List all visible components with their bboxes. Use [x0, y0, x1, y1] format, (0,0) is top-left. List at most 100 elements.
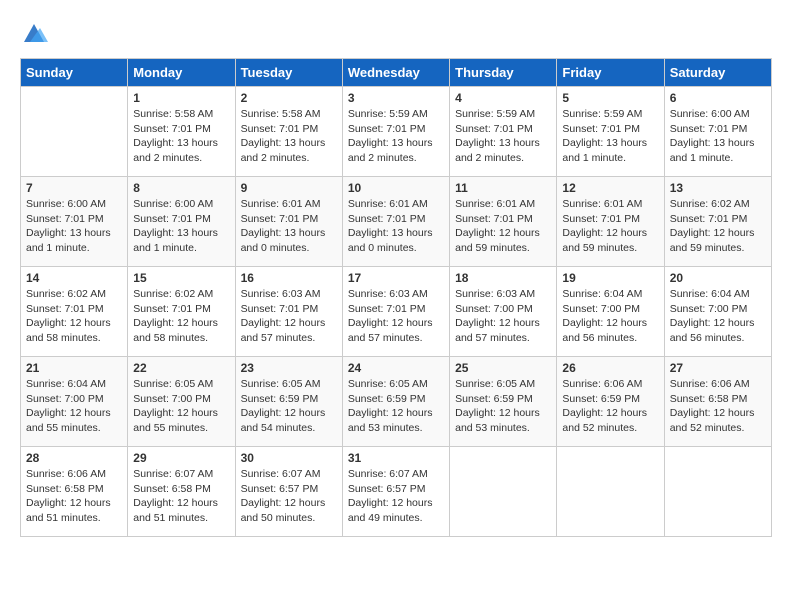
calendar-cell: 31 Sunrise: 6:07 AM Sunset: 6:57 PM Dayli… [342, 447, 449, 537]
calendar-header-row: SundayMondayTuesdayWednesdayThursdayFrid… [21, 59, 772, 87]
day-number: 15 [133, 271, 229, 285]
day-info: Sunrise: 6:05 AM Sunset: 7:00 PM Dayligh… [133, 377, 229, 436]
day-info: Sunrise: 6:04 AM Sunset: 7:00 PM Dayligh… [670, 287, 766, 346]
calendar-cell: 5Sunrise: 5:59 AM Sunset: 7:01 PM Daylig… [557, 87, 664, 177]
calendar-cell: 23 Sunrise: 6:05 AM Sunset: 6:59 PM Dayli… [235, 357, 342, 447]
calendar-cell: 16 Sunrise: 6:03 AM Sunset: 7:01 PM Dayli… [235, 267, 342, 357]
calendar-cell [664, 447, 771, 537]
calendar-week-row: 14 Sunrise: 6:02 AM Sunset: 7:01 PM Dayli… [21, 267, 772, 357]
day-info: Sunrise: 6:02 AM Sunset: 7:01 PM Dayligh… [133, 287, 229, 346]
calendar-cell [557, 447, 664, 537]
day-number: 23 [241, 361, 337, 375]
calendar-week-row: 7 Sunrise: 6:00 AM Sunset: 7:01 PM Daylig… [21, 177, 772, 267]
day-info: Sunrise: 6:06 AM Sunset: 6:59 PM Dayligh… [562, 377, 658, 436]
calendar-cell [21, 87, 128, 177]
day-info: Sunrise: 6:01 AM Sunset: 7:01 PM Dayligh… [348, 197, 444, 256]
day-number: 7 [26, 181, 122, 195]
day-number: 30 [241, 451, 337, 465]
calendar-cell: 11 Sunrise: 6:01 AM Sunset: 7:01 PM Dayli… [450, 177, 557, 267]
header-tuesday: Tuesday [235, 59, 342, 87]
day-number: 31 [348, 451, 444, 465]
day-info: Sunrise: 6:01 AM Sunset: 7:01 PM Dayligh… [455, 197, 551, 256]
calendar-cell: 22 Sunrise: 6:05 AM Sunset: 7:00 PM Dayli… [128, 357, 235, 447]
day-number: 13 [670, 181, 766, 195]
calendar-cell: 19 Sunrise: 6:04 AM Sunset: 7:00 PM Dayli… [557, 267, 664, 357]
day-number: 11 [455, 181, 551, 195]
calendar-cell: 3 Sunrise: 5:59 AM Sunset: 7:01 PM Daylig… [342, 87, 449, 177]
day-info: Sunrise: 6:05 AM Sunset: 6:59 PM Dayligh… [241, 377, 337, 436]
day-number: 29 [133, 451, 229, 465]
day-info: Sunrise: 6:02 AM Sunset: 7:01 PM Dayligh… [670, 197, 766, 256]
calendar-cell: 15 Sunrise: 6:02 AM Sunset: 7:01 PM Dayli… [128, 267, 235, 357]
day-info: Sunrise: 6:07 AM Sunset: 6:58 PM Dayligh… [133, 467, 229, 526]
day-info: Sunrise: 5:58 AM Sunset: 7:01 PM Dayligh… [241, 107, 337, 166]
calendar-week-row: 21 Sunrise: 6:04 AM Sunset: 7:00 PM Dayli… [21, 357, 772, 447]
day-number: 6 [670, 91, 766, 105]
day-number: 3 [348, 91, 444, 105]
calendar-cell: 1 Sunrise: 5:58 AM Sunset: 7:01 PM Daylig… [128, 87, 235, 177]
calendar-cell: 18 Sunrise: 6:03 AM Sunset: 7:00 PM Dayli… [450, 267, 557, 357]
day-info: Sunrise: 6:05 AM Sunset: 6:59 PM Dayligh… [348, 377, 444, 436]
calendar-table: SundayMondayTuesdayWednesdayThursdayFrid… [20, 58, 772, 537]
day-info: Sunrise: 6:04 AM Sunset: 7:00 PM Dayligh… [26, 377, 122, 436]
page-header [20, 20, 772, 48]
calendar-cell: 12 Sunrise: 6:01 AM Sunset: 7:01 PM Dayli… [557, 177, 664, 267]
day-number: 14 [26, 271, 122, 285]
day-info: Sunrise: 6:03 AM Sunset: 7:01 PM Dayligh… [348, 287, 444, 346]
day-info: Sunrise: 6:02 AM Sunset: 7:01 PM Dayligh… [26, 287, 122, 346]
calendar-cell: 28 Sunrise: 6:06 AM Sunset: 6:58 PM Dayli… [21, 447, 128, 537]
day-number: 10 [348, 181, 444, 195]
day-number: 28 [26, 451, 122, 465]
header-wednesday: Wednesday [342, 59, 449, 87]
calendar-cell: 26 Sunrise: 6:06 AM Sunset: 6:59 PM Dayli… [557, 357, 664, 447]
day-number: 25 [455, 361, 551, 375]
calendar-cell: 24Sunrise: 6:05 AM Sunset: 6:59 PM Dayli… [342, 357, 449, 447]
header-monday: Monday [128, 59, 235, 87]
calendar-cell: 2Sunrise: 5:58 AM Sunset: 7:01 PM Daylig… [235, 87, 342, 177]
day-info: Sunrise: 6:00 AM Sunset: 7:01 PM Dayligh… [26, 197, 122, 256]
day-number: 18 [455, 271, 551, 285]
day-info: Sunrise: 6:03 AM Sunset: 7:00 PM Dayligh… [455, 287, 551, 346]
day-number: 12 [562, 181, 658, 195]
calendar-cell: 30Sunrise: 6:07 AM Sunset: 6:57 PM Dayli… [235, 447, 342, 537]
day-number: 9 [241, 181, 337, 195]
day-info: Sunrise: 6:03 AM Sunset: 7:01 PM Dayligh… [241, 287, 337, 346]
day-number: 27 [670, 361, 766, 375]
day-number: 4 [455, 91, 551, 105]
calendar-week-row: 1 Sunrise: 5:58 AM Sunset: 7:01 PM Daylig… [21, 87, 772, 177]
day-info: Sunrise: 6:01 AM Sunset: 7:01 PM Dayligh… [562, 197, 658, 256]
day-info: Sunrise: 6:00 AM Sunset: 7:01 PM Dayligh… [670, 107, 766, 166]
day-info: Sunrise: 5:58 AM Sunset: 7:01 PM Dayligh… [133, 107, 229, 166]
day-number: 20 [670, 271, 766, 285]
day-number: 22 [133, 361, 229, 375]
calendar-cell: 29 Sunrise: 6:07 AM Sunset: 6:58 PM Dayli… [128, 447, 235, 537]
day-info: Sunrise: 6:01 AM Sunset: 7:01 PM Dayligh… [241, 197, 337, 256]
calendar-cell: 8Sunrise: 6:00 AM Sunset: 7:01 PM Daylig… [128, 177, 235, 267]
day-number: 8 [133, 181, 229, 195]
header-thursday: Thursday [450, 59, 557, 87]
calendar-cell: 25Sunrise: 6:05 AM Sunset: 6:59 PM Dayli… [450, 357, 557, 447]
day-info: Sunrise: 5:59 AM Sunset: 7:01 PM Dayligh… [455, 107, 551, 166]
calendar-cell: 14 Sunrise: 6:02 AM Sunset: 7:01 PM Dayli… [21, 267, 128, 357]
day-number: 19 [562, 271, 658, 285]
day-info: Sunrise: 6:06 AM Sunset: 6:58 PM Dayligh… [26, 467, 122, 526]
calendar-cell: 27Sunrise: 6:06 AM Sunset: 6:58 PM Dayli… [664, 357, 771, 447]
day-info: Sunrise: 6:04 AM Sunset: 7:00 PM Dayligh… [562, 287, 658, 346]
day-number: 26 [562, 361, 658, 375]
calendar-cell: 17Sunrise: 6:03 AM Sunset: 7:01 PM Dayli… [342, 267, 449, 357]
header-friday: Friday [557, 59, 664, 87]
calendar-cell: 10 Sunrise: 6:01 AM Sunset: 7:01 PM Dayli… [342, 177, 449, 267]
day-number: 1 [133, 91, 229, 105]
calendar-cell: 20 Sunrise: 6:04 AM Sunset: 7:00 PM Dayli… [664, 267, 771, 357]
day-number: 16 [241, 271, 337, 285]
day-number: 21 [26, 361, 122, 375]
day-info: Sunrise: 6:07 AM Sunset: 6:57 PM Dayligh… [348, 467, 444, 526]
calendar-cell [450, 447, 557, 537]
calendar-cell: 21 Sunrise: 6:04 AM Sunset: 7:00 PM Dayli… [21, 357, 128, 447]
calendar-week-row: 28 Sunrise: 6:06 AM Sunset: 6:58 PM Dayli… [21, 447, 772, 537]
calendar-cell: 4 Sunrise: 5:59 AM Sunset: 7:01 PM Daylig… [450, 87, 557, 177]
calendar-cell: 6 Sunrise: 6:00 AM Sunset: 7:01 PM Daylig… [664, 87, 771, 177]
header-sunday: Sunday [21, 59, 128, 87]
day-info: Sunrise: 5:59 AM Sunset: 7:01 PM Dayligh… [348, 107, 444, 166]
logo [20, 20, 51, 48]
